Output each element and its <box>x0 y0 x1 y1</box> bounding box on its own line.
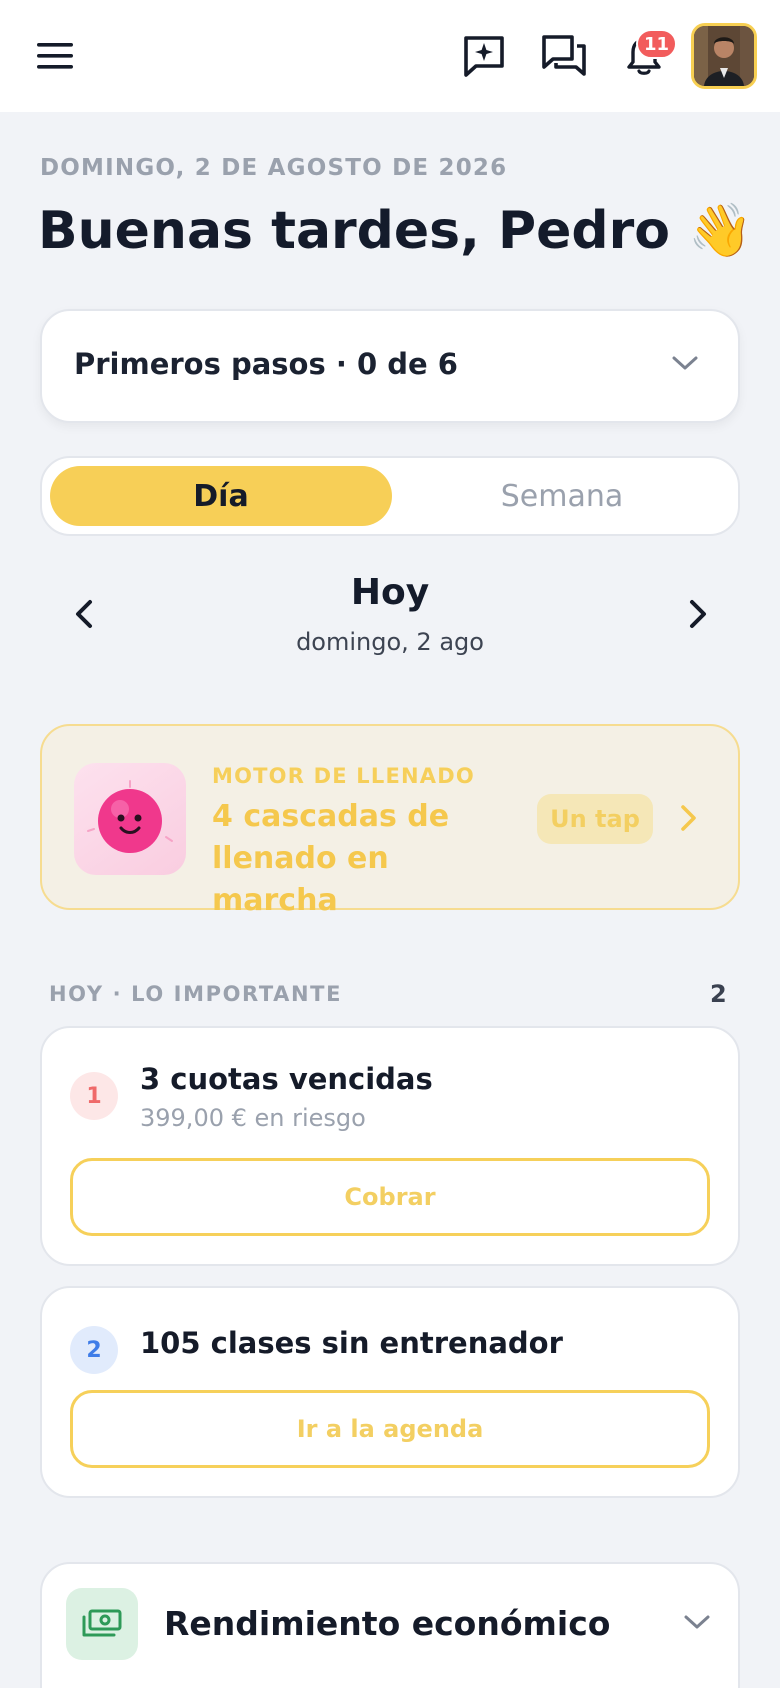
menu-icon[interactable] <box>30 30 82 82</box>
chevron-left-icon[interactable] <box>66 592 102 636</box>
one-tap-chip[interactable]: Un tap <box>537 794 653 844</box>
onboarding-card[interactable]: Primeros pasos · 0 de 6 <box>40 309 740 423</box>
task-number: 2 <box>70 1326 118 1374</box>
task-number: 1 <box>70 1072 118 1120</box>
motor-kicker: MOTOR DE LLENADO <box>212 764 475 788</box>
view-toggle: Día Semana <box>40 456 740 536</box>
collect-button[interactable]: Cobrar <box>70 1158 710 1236</box>
chevron-right-icon <box>672 798 704 838</box>
mascot-icon <box>74 763 186 875</box>
tab-day[interactable]: Día <box>50 466 392 526</box>
task-card: 2 105 clases sin entrenador Ir a la agen… <box>40 1286 740 1498</box>
chevron-down-icon <box>682 1612 712 1636</box>
fill-engine-card[interactable]: MOTOR DE LLENADO 4 cascadas de llenado e… <box>40 724 740 918</box>
onboarding-title: Primeros pasos · 0 de 6 <box>74 347 458 381</box>
date-label: DOMINGO, 2 DE AGOSTO DE 2026 <box>40 155 508 181</box>
tab-week[interactable]: Semana <box>392 466 732 526</box>
avatar[interactable] <box>691 23 757 89</box>
page-title: Buenas tardes, Pedro 👋 <box>38 201 753 261</box>
agenda-button[interactable]: Ir a la agenda <box>70 1390 710 1468</box>
task-title: 3 cuotas vencidas <box>140 1062 433 1096</box>
motor-text: 4 cascadas de llenado en marcha <box>212 799 450 918</box>
task-title: 105 clases sin entrenador <box>140 1326 563 1360</box>
task-subtitle: 399,00 € en riesgo <box>140 1104 366 1132</box>
chevron-down-icon <box>670 353 700 377</box>
performance-title: Rendimiento económico <box>164 1604 611 1643</box>
money-icon <box>66 1588 138 1660</box>
day-title: Hoy <box>350 572 430 613</box>
chevron-right-icon[interactable] <box>680 592 716 636</box>
performance-card[interactable]: Rendimiento económico <box>40 1562 740 1688</box>
section-count: 2 <box>710 980 727 1008</box>
task-card: 1 3 cuotas vencidas 399,00 € en riesgo C… <box>40 1026 740 1266</box>
messages-icon[interactable] <box>538 30 590 82</box>
ai-chat-icon[interactable] <box>458 30 510 82</box>
notification-badge: 11 <box>636 29 678 59</box>
section-heading: HOY · LO IMPORTANTE <box>49 982 343 1006</box>
day-subtitle: domingo, 2 ago <box>296 628 484 656</box>
top-bar: 11 <box>0 0 780 112</box>
